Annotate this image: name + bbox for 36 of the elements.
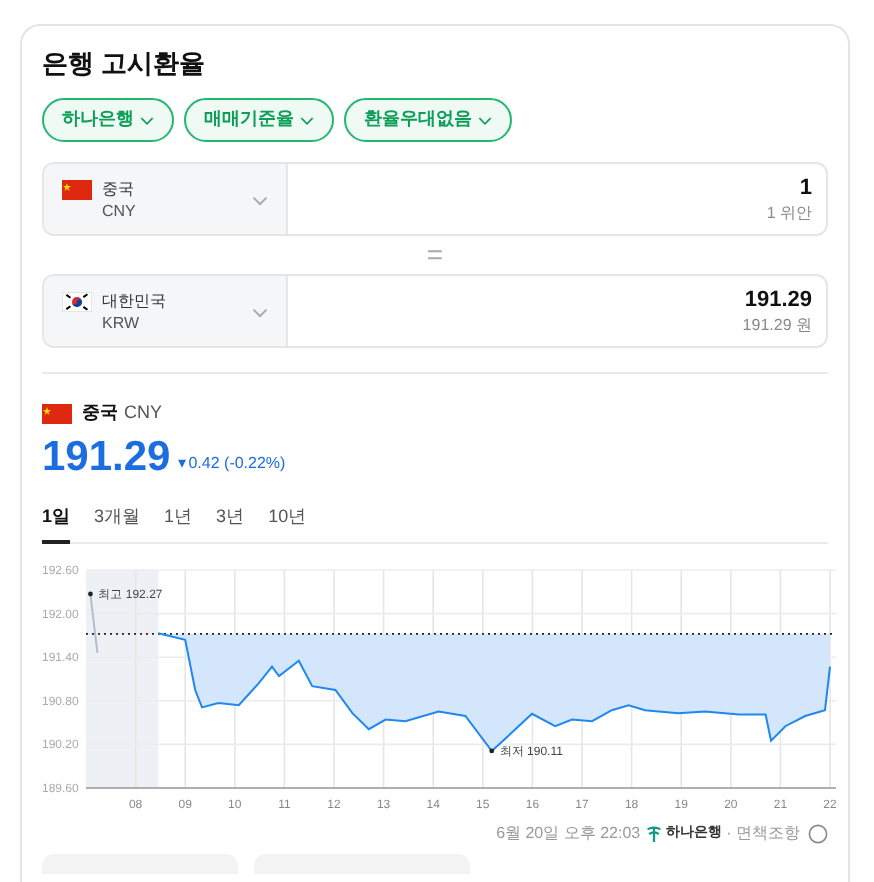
chevron-down-icon xyxy=(478,115,492,125)
chevron-down-icon xyxy=(252,196,268,206)
country-name: 대한민국 xyxy=(102,290,166,312)
period-tab[interactable]: 10년 xyxy=(268,503,307,544)
period-tab[interactable]: 1일 xyxy=(42,503,71,544)
country-name: 중국 xyxy=(102,178,136,200)
amount-text: 191.29 원 xyxy=(742,313,812,335)
amount-value: 1 xyxy=(799,175,812,201)
currency-code: CNY xyxy=(102,200,136,222)
down-triangle-icon: ▾ xyxy=(178,451,187,475)
price-line xyxy=(89,593,99,654)
chevron-down-icon xyxy=(140,115,154,125)
currency-code: CNY xyxy=(124,400,163,426)
section-title: 은행 고시환율 xyxy=(42,50,208,76)
equals-sign: = xyxy=(424,236,446,274)
flag-icon xyxy=(62,292,92,312)
country-name: 중국 xyxy=(82,400,118,426)
chevron-down-icon xyxy=(300,115,314,125)
currency-select[interactable]: 중국 CNY xyxy=(44,164,288,234)
exchange-rate: 191.29 xyxy=(42,435,171,479)
currency-code: KRW xyxy=(102,312,142,334)
marker-dot xyxy=(88,591,93,597)
period-tab[interactable]: 3개월 xyxy=(94,503,141,544)
period-tab[interactable]: 1년 xyxy=(164,503,193,544)
flag-icon xyxy=(62,180,92,200)
amount-text: 1 위안 xyxy=(766,201,812,223)
currency-select[interactable]: 대한민국 KRW xyxy=(44,276,288,346)
flag-icon xyxy=(42,403,72,424)
amount-value: 191.29 xyxy=(744,287,812,313)
update-time: 6월 20일 오후 22:03 xyxy=(496,822,641,846)
info-circle-icon[interactable] xyxy=(808,824,828,844)
chevron-down-icon xyxy=(252,308,268,318)
marker-dot xyxy=(489,748,495,754)
rate-change: 0.42 (-0.22%) xyxy=(188,451,286,475)
period-tab[interactable]: 3년 xyxy=(216,503,245,544)
bank-logo-icon xyxy=(646,826,663,842)
